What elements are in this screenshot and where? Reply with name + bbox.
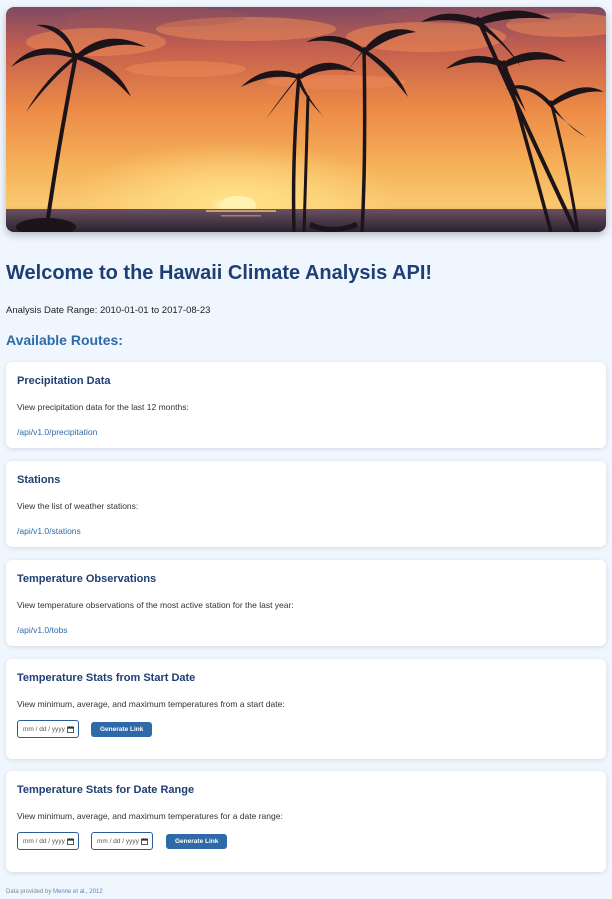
calendar-icon[interactable] [67,837,74,845]
route-card-stats-range: Temperature Stats for Date Range View mi… [6,771,606,872]
route-card-tobs: Temperature Observations View temperatur… [6,560,606,646]
route-card-description: View the list of weather stations: [17,501,139,511]
route-card-title: Stations [17,474,61,486]
calendar-icon[interactable] [141,837,148,845]
analysis-date-range: Analysis Date Range: 2010-01-01 to 2017-… [6,305,211,316]
precipitation-route-link[interactable]: /api/v1.0/precipitation [17,427,97,437]
route-card-precipitation: Precipitation Data View precipitation da… [6,362,606,448]
route-card-stats-start: Temperature Stats from Start Date View m… [6,659,606,759]
generate-start-link-button[interactable]: Generate Link [91,722,153,737]
hero-image [6,7,606,232]
range-start-date-input[interactable]: mm / dd / yyyy [17,832,79,850]
calendar-icon[interactable] [67,725,74,733]
route-card-stations: Stations View the list of weather statio… [6,461,606,547]
date-placeholder: mm / dd / yyyy [23,725,65,733]
route-card-title: Precipitation Data [17,375,111,387]
route-card-description: View minimum, average, and maximum tempe… [17,699,285,709]
route-card-description: View temperature observations of the mos… [17,600,294,610]
sunset-palm-illustration [6,7,606,232]
start-date-input[interactable]: mm / dd / yyyy [17,720,79,738]
range-end-date-input[interactable]: mm / dd / yyyy [91,832,153,850]
footer-source-link[interactable]: Menne et al., 2012 [53,889,103,895]
footer: Data provided by Menne et al., 2012 [6,889,103,895]
available-routes-heading: Available Routes: [6,332,123,348]
stations-route-link[interactable]: /api/v1.0/stations [17,526,81,536]
route-card-description: View minimum, average, and maximum tempe… [17,811,283,821]
footer-text: Data provided by [6,889,54,895]
route-card-title: Temperature Stats from Start Date [17,672,196,684]
route-card-title: Temperature Observations [17,573,157,585]
date-placeholder: mm / dd / yyyy [97,837,139,845]
tobs-route-link[interactable]: /api/v1.0/tobs [17,625,68,635]
date-placeholder: mm / dd / yyyy [23,837,65,845]
route-card-title: Temperature Stats for Date Range [17,784,195,796]
route-card-description: View precipitation data for the last 12 … [17,402,189,412]
generate-range-link-button[interactable]: Generate Link [166,834,228,849]
page-title: Welcome to the Hawaii Climate Analysis A… [6,262,433,284]
